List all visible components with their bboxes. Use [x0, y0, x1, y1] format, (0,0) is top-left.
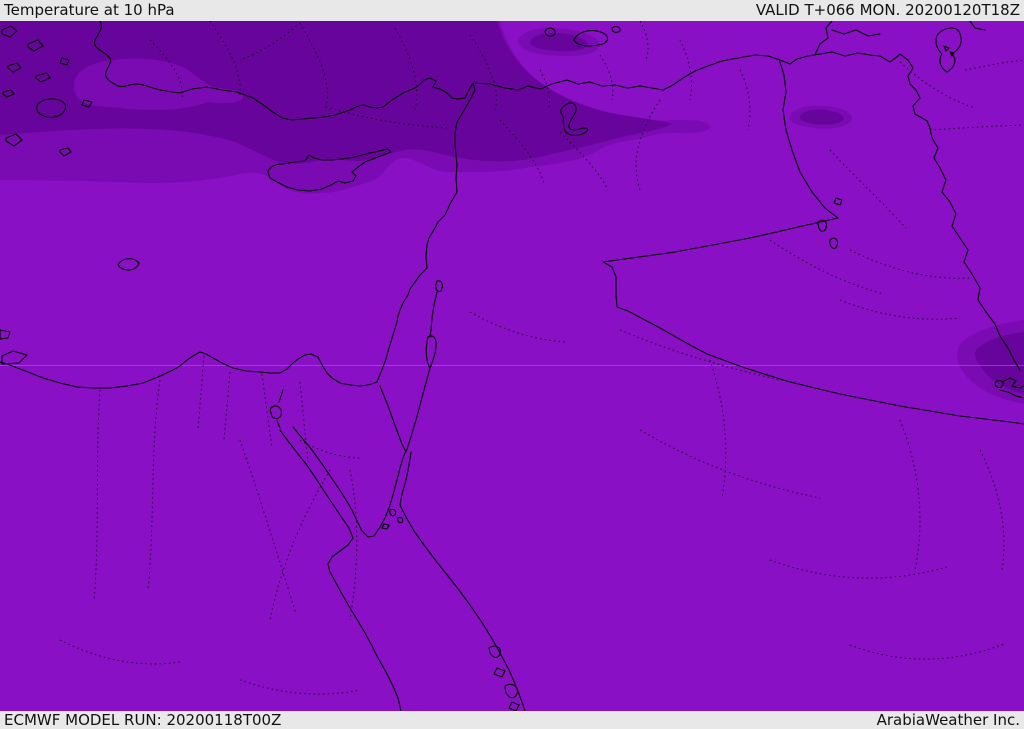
- footer-bar: ECMWF MODEL RUN: 20200118T00Z ArabiaWeat…: [0, 711, 1024, 729]
- map-title: Temperature at 10 hPa: [4, 1, 175, 19]
- weather-map: [0, 21, 1024, 711]
- valid-time-label: VALID T+066 MON. 20200120T18Z: [755, 1, 1020, 19]
- map-canvas: [0, 21, 1024, 711]
- provider-label: ArabiaWeather Inc.: [876, 710, 1020, 729]
- model-run-label: ECMWF MODEL RUN: 20200118T00Z: [4, 710, 282, 729]
- header-bar: Temperature at 10 hPa VALID T+066 MON. 2…: [0, 0, 1024, 21]
